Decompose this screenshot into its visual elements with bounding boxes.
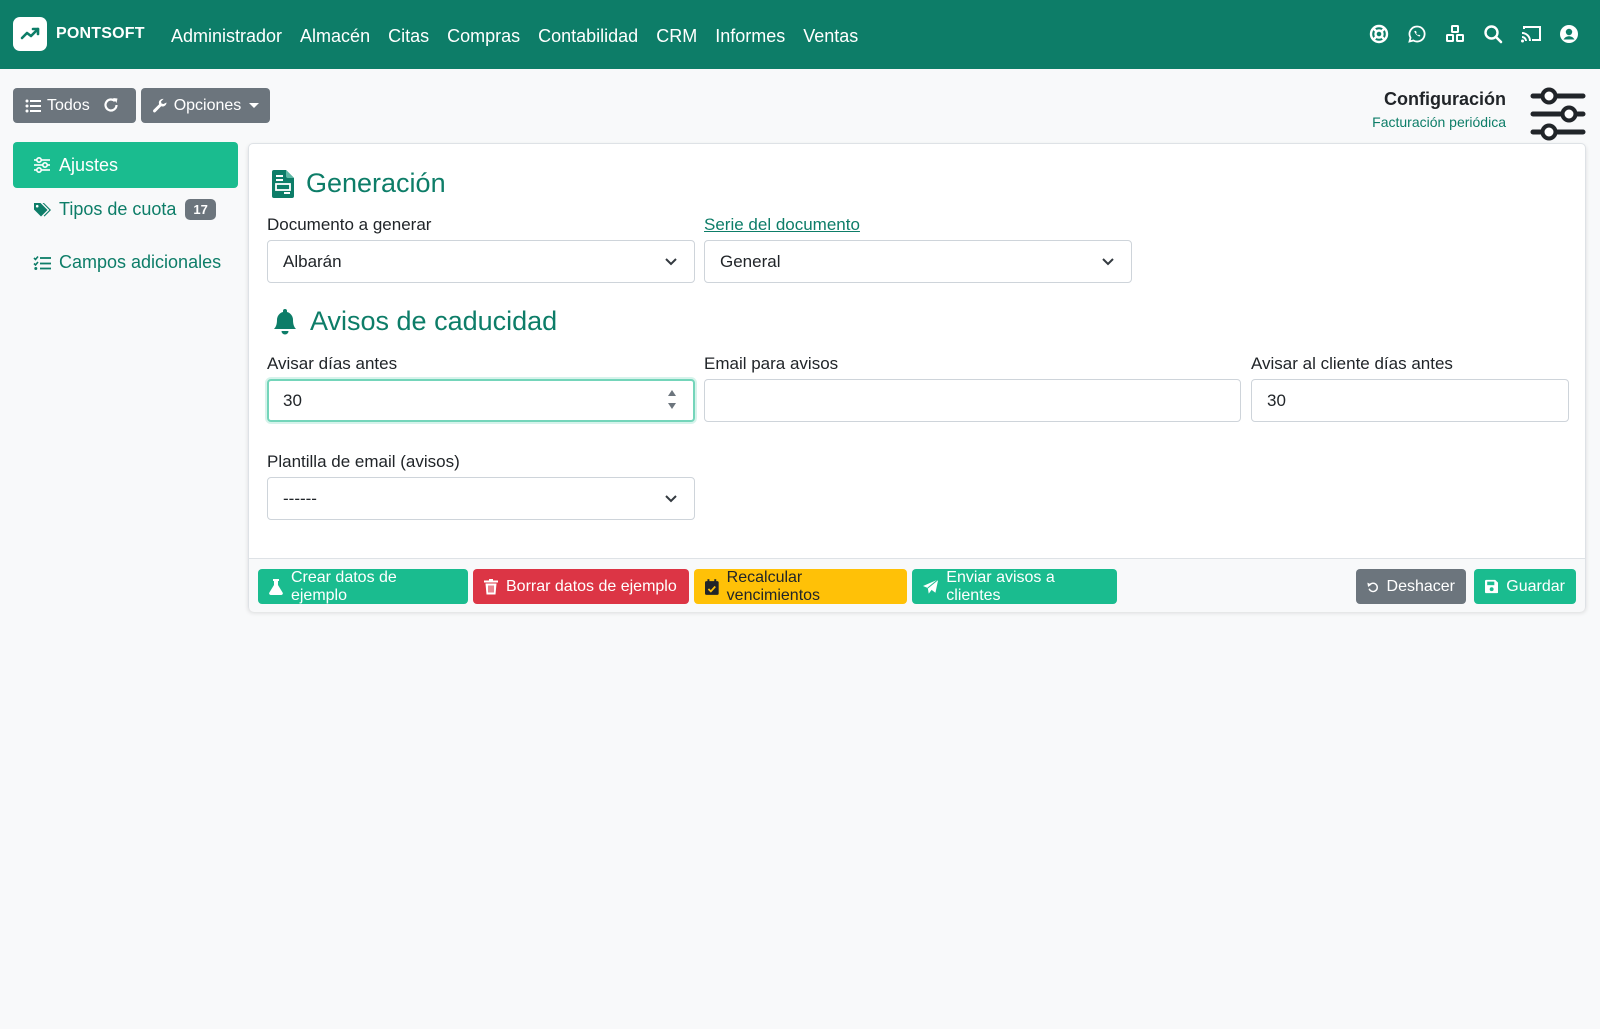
email-label: Email para avisos xyxy=(704,354,839,373)
sidebar-item-ajustes[interactable]: Ajustes xyxy=(13,142,238,188)
expiry-title: Avisos de caducidad xyxy=(310,306,558,336)
menu-item-crm[interactable]: CRM xyxy=(656,26,697,47)
create-sample-button[interactable]: Crear datos de ejemplo xyxy=(258,569,468,604)
user-circle-icon[interactable] xyxy=(1558,22,1580,46)
sidebar-item-campos-adicionales[interactable]: Campos adicionales xyxy=(33,252,221,273)
all-button-label: Todos xyxy=(47,96,90,114)
menu-item-ventas[interactable]: Ventas xyxy=(803,26,858,47)
trend-up-icon xyxy=(13,17,47,51)
save-label: Guardar xyxy=(1506,577,1565,595)
page-subtitle: Facturación periódica xyxy=(1372,114,1506,130)
template-label: Plantilla de email (avisos) xyxy=(267,452,460,471)
undo-label: Deshacer xyxy=(1386,577,1455,595)
delete-sample-button[interactable]: Borrar datos de ejemplo xyxy=(473,569,689,604)
sidebar-item-label: Campos adicionales xyxy=(59,252,222,272)
navbar-icons xyxy=(1352,22,1580,46)
days-before-value: 30 xyxy=(283,390,302,410)
series-select[interactable]: General xyxy=(704,240,1132,283)
chevron-down-icon xyxy=(1102,258,1114,266)
expiry-heading: Avisos de caducidad xyxy=(272,306,557,337)
refresh-icon[interactable] xyxy=(103,97,125,113)
menu-item-almacen[interactable]: Almacén xyxy=(300,26,370,47)
count-badge: 17 xyxy=(185,199,216,220)
template-select-value: ------ xyxy=(283,488,317,508)
sliders-icon xyxy=(33,157,51,173)
menu-item-compras[interactable]: Compras xyxy=(447,26,520,47)
brand-name: PONTSOFT xyxy=(56,25,145,42)
top-navbar: PONTSOFT Administrador Almacén Citas Com… xyxy=(0,0,1600,69)
recalculate-label: Recalcular vencimientos xyxy=(726,568,821,604)
lifebuoy-icon[interactable] xyxy=(1368,22,1390,46)
menu-item-informes[interactable]: Informes xyxy=(715,26,785,47)
send-notices-button[interactable]: Enviar avisos a clientes xyxy=(912,569,1117,604)
template-select[interactable]: ------ xyxy=(267,477,695,520)
sidebar-item-label: Tipos de cuota xyxy=(59,199,177,219)
undo-button[interactable]: Deshacer xyxy=(1356,569,1466,604)
cast-icon[interactable] xyxy=(1520,22,1542,46)
paper-plane-icon xyxy=(923,578,939,594)
options-label: Opciones xyxy=(173,96,242,114)
all-button-group: Todos xyxy=(13,88,136,123)
spinner-down-icon[interactable] xyxy=(667,402,677,410)
spinner-up-icon[interactable] xyxy=(667,389,677,397)
trash-icon xyxy=(484,578,498,594)
client-days-label: Avisar al cliente días antes xyxy=(1251,354,1453,373)
sliders-large-icon xyxy=(1529,87,1587,141)
brand[interactable]: PONTSOFT xyxy=(13,17,145,51)
chevron-down-icon xyxy=(665,258,677,266)
document-select[interactable]: Albarán xyxy=(267,240,695,283)
menu-item-citas[interactable]: Citas xyxy=(388,26,429,47)
list-check-icon xyxy=(33,255,51,271)
menu-item-contabilidad[interactable]: Contabilidad xyxy=(538,26,638,47)
whatsapp-icon[interactable] xyxy=(1406,22,1428,46)
recalculate-button[interactable]: Recalcular vencimientos xyxy=(694,569,907,604)
cubes-icon[interactable] xyxy=(1444,22,1466,46)
menu-item-administrador[interactable]: Administrador xyxy=(171,26,282,47)
email-input[interactable] xyxy=(704,379,1241,422)
document-select-value: Albarán xyxy=(283,251,342,271)
settings-card: Generación Documento a generar Albarán S… xyxy=(248,143,1586,612)
file-invoice-icon xyxy=(272,169,294,198)
flask-icon xyxy=(269,578,283,595)
delete-sample-label: Borrar datos de ejemplo xyxy=(506,577,677,595)
generation-heading: Generación xyxy=(272,168,446,199)
tags-icon xyxy=(33,202,51,218)
send-notices-label: Enviar avisos a clientes xyxy=(946,568,1055,604)
client-days-value: 30 xyxy=(1267,390,1286,410)
client-days-input[interactable]: 30 xyxy=(1251,379,1569,422)
days-before-input[interactable]: 30 xyxy=(267,379,695,422)
sidebar-item-tipos-de-cuota[interactable]: Tipos de cuota 17 xyxy=(33,199,216,220)
number-spinner[interactable] xyxy=(667,389,677,410)
options-dropdown-button[interactable]: Opciones xyxy=(141,88,270,123)
main-menu: Administrador Almacén Citas Compras Cont… xyxy=(171,26,876,47)
generation-title: Generación xyxy=(306,168,446,198)
caret-down-icon xyxy=(249,102,260,108)
page-title: Configuración xyxy=(1384,89,1506,109)
days-before-label: Avisar días antes xyxy=(267,354,398,373)
save-button[interactable]: Guardar xyxy=(1474,569,1576,604)
calendar-check-icon xyxy=(705,578,719,595)
all-button[interactable]: Todos xyxy=(25,97,90,115)
document-label: Documento a generar xyxy=(267,215,432,234)
undo-icon xyxy=(1367,581,1378,592)
wrench-icon xyxy=(152,98,167,112)
series-link[interactable]: Serie del documento xyxy=(704,215,860,235)
card-footer: Crear datos de ejemplo Borrar datos de e… xyxy=(249,558,1585,612)
floppy-disk-icon xyxy=(1485,579,1499,594)
search-icon[interactable] xyxy=(1482,22,1504,46)
sidebar-item-label: Ajustes xyxy=(59,154,119,175)
page-header: Configuración Facturación periódica xyxy=(1372,89,1506,130)
list-icon xyxy=(25,99,41,112)
chevron-down-icon xyxy=(665,495,677,503)
bell-icon xyxy=(274,308,296,334)
create-sample-label: Crear datos de ejemplo xyxy=(290,568,397,604)
series-select-value: General xyxy=(720,251,781,271)
